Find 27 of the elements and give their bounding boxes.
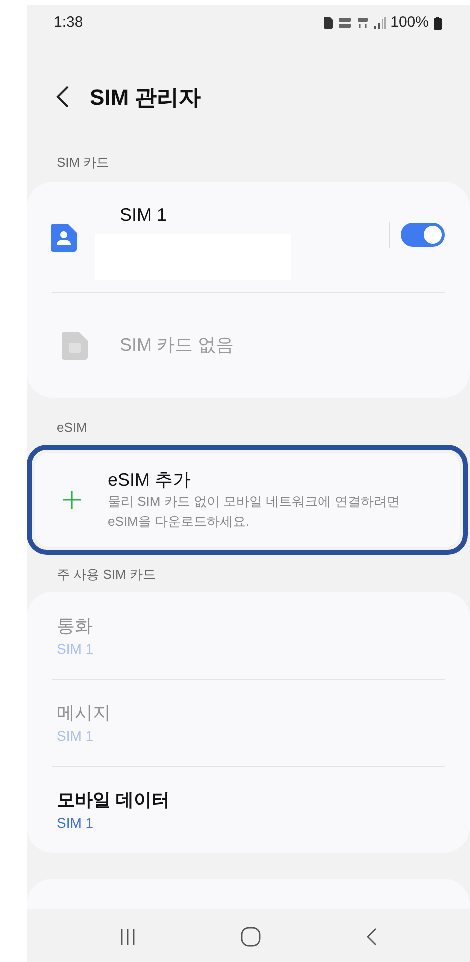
plus-icon	[63, 491, 81, 509]
setting-value: SIM 1	[57, 814, 95, 833]
section-label: eSIM	[57, 419, 88, 438]
screen-title: SIM 관리자	[90, 84, 202, 112]
back-icon[interactable]	[366, 927, 378, 947]
signal-icon	[374, 17, 386, 29]
home-icon[interactable]	[240, 927, 260, 947]
section-label: 주 사용 SIM 카드	[57, 566, 156, 584]
sim-status-text: SIM 카드 없음	[120, 334, 234, 357]
item-description: 물리 SIM 카드 없이 모바일 네트워크에 연결하려면 eSIM을 다운로드하세요.	[108, 493, 401, 531]
battery-percent: 100%	[390, 12, 429, 33]
setting-value: SIM 1	[57, 727, 95, 746]
setting-title: 모바일 데이터	[57, 789, 172, 812]
sim-name: SIM 1	[120, 205, 168, 225]
recent-apps-icon[interactable]	[120, 928, 136, 946]
section-label: SIM 카드	[57, 154, 110, 172]
back-icon[interactable]	[56, 85, 70, 109]
sim-status-icon	[324, 17, 333, 29]
setting-title: 메시지	[57, 702, 112, 725]
status-time: 1:38	[54, 12, 84, 33]
toggle-switch[interactable]	[401, 223, 445, 247]
setting-row[interactable]: 모바일 데이터 SIM 1	[52, 766, 445, 853]
setting-title: 통화	[57, 614, 94, 638]
battery-icon	[434, 16, 442, 30]
item-title: eSIM 추가	[108, 469, 192, 492]
setting-value: SIM 1	[57, 640, 95, 658]
add-esim-item[interactable]: eSIM 추가 물리 SIM 카드 없이 모바일 네트워크에 연결하려면 eSIM을 다운로드하세요.	[35, 453, 460, 547]
